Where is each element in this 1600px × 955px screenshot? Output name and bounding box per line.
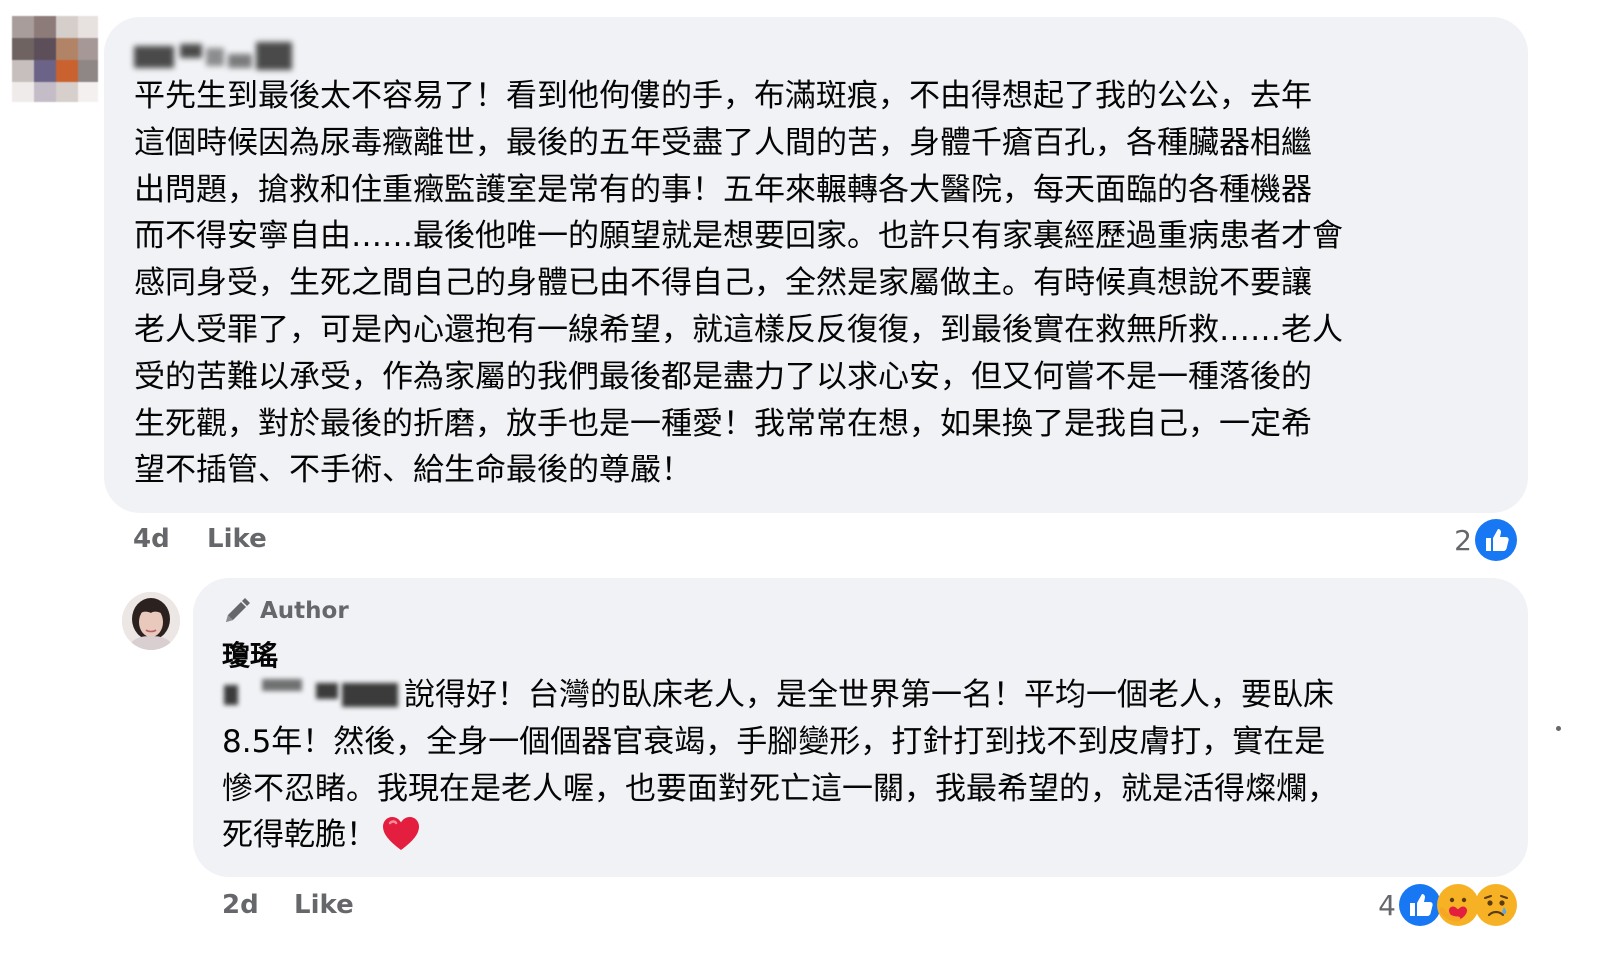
reply-timestamp[interactable]: 2d bbox=[222, 890, 259, 920]
reply-text-block: 說得好！台灣的臥床老人，是全世界第一名！平均一個老人，要臥床 8.5年！然後，全… bbox=[222, 672, 1502, 859]
author-avatar[interactable] bbox=[122, 592, 180, 650]
author-label: Author bbox=[260, 598, 349, 624]
commenter-avatar[interactable] bbox=[12, 16, 98, 102]
comment-text: 平先生到最後太不容易了！看到他佝僂的手，布滿斑痕，不由得想起了我的公公，去年 這… bbox=[134, 78, 1343, 489]
sad-icon bbox=[1475, 884, 1517, 926]
scroll-indicator bbox=[1556, 726, 1561, 731]
like-button[interactable]: Like bbox=[207, 524, 267, 554]
mention-redacted[interactable] bbox=[222, 677, 404, 709]
reply-like-button[interactable]: Like bbox=[294, 890, 354, 920]
comment-timestamp[interactable]: 4d bbox=[133, 524, 170, 554]
reaction-count: 2 bbox=[1454, 523, 1472, 557]
reply-reaction-count: 4 bbox=[1378, 888, 1396, 922]
pen-icon bbox=[226, 598, 250, 622]
heart-emoji-icon bbox=[383, 817, 419, 851]
author-badge: Author bbox=[222, 594, 349, 628]
reply-reaction-summary[interactable]: 4 bbox=[1378, 883, 1518, 927]
author-name[interactable]: 瓊瑤 bbox=[222, 634, 278, 674]
like-icon bbox=[1475, 519, 1517, 561]
commenter-name-redacted[interactable] bbox=[134, 40, 314, 76]
reaction-summary[interactable]: 2 bbox=[1454, 518, 1518, 562]
